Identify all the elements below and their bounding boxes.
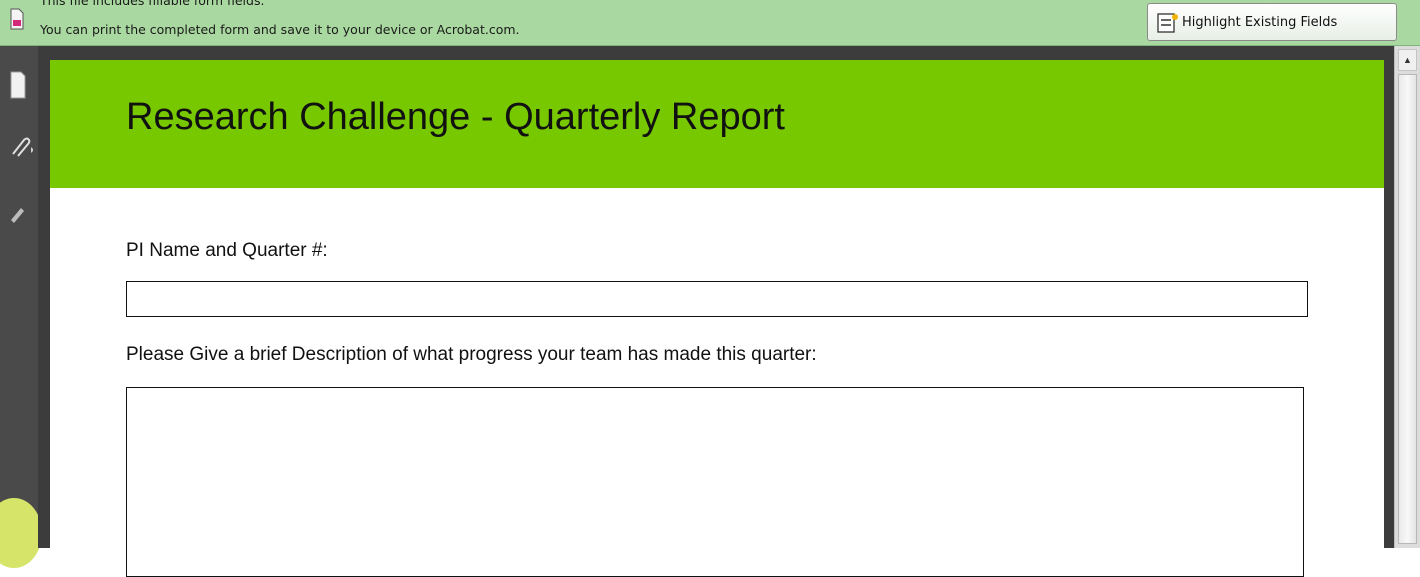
pi-name-label: PI Name and Quarter #: [126,240,328,261]
form-notification-bar: This file includes fillable form fields.… [0,0,1420,46]
progress-description-label: Please Give a brief Description of what … [126,344,817,365]
highlight-fields-icon [1157,13,1178,33]
highlight-button-label: Highlight Existing Fields [1182,15,1338,30]
page-header: Research Challenge - Quarterly Report [50,60,1384,188]
page-thumbnail-icon[interactable] [9,70,27,100]
left-navigation-panel [0,46,42,568]
page-title: Research Challenge - Quarterly Report [126,96,785,138]
decorative-blob [0,498,42,568]
signature-icon[interactable] [9,204,27,224]
scrollbar-thumb[interactable] [1398,74,1417,544]
scroll-up-arrow-icon[interactable]: ▲ [1398,49,1417,71]
notification-line-2: You can print the completed form and sav… [40,22,520,37]
vertical-scrollbar[interactable]: ▲ [1394,46,1420,548]
form-page: Research Challenge - Quarterly Report PI… [50,60,1384,577]
progress-description-field[interactable] [126,387,1304,577]
notification-line-1: This file includes fillable form fields. [40,0,265,8]
attachment-icon[interactable] [9,134,33,158]
pi-name-quarter-field[interactable] [126,281,1308,317]
pdf-document-icon [10,8,24,30]
highlight-existing-fields-button[interactable]: Highlight Existing Fields [1147,3,1397,41]
